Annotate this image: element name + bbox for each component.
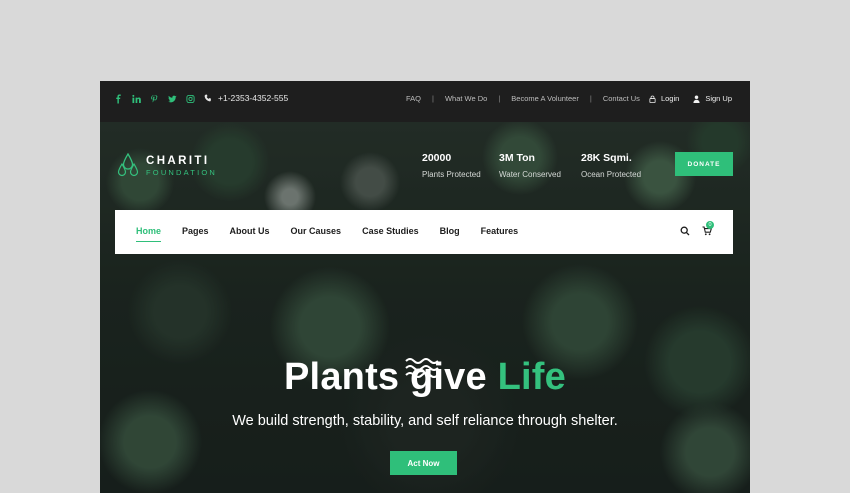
nav-item-case-studies[interactable]: Case Studies [362, 226, 419, 236]
top-bar: +1-2353-4352-555 FAQ | What We Do | Beco… [100, 81, 750, 122]
lock-icon [649, 95, 656, 103]
stat-value: 20000 [422, 152, 452, 164]
donate-button[interactable]: DONATE [675, 152, 733, 176]
logo-name: CHARITI [146, 155, 210, 167]
top-links: FAQ | What We Do | Become A Volunteer | … [406, 94, 640, 103]
stat-label: Ocean Protected [581, 170, 642, 179]
act-now-button[interactable]: Act Now [390, 451, 457, 475]
login-label: Login [660, 94, 680, 103]
headline-accent: Life [497, 356, 566, 398]
stat-label: Plants Protected [422, 170, 481, 179]
nav-item-features[interactable]: Features [481, 226, 519, 236]
logo-subtitle: FOUNDATION [146, 168, 218, 177]
signup-link[interactable]: Sign Up [693, 94, 732, 103]
phone-number: +1-2353-4352-555 [218, 93, 289, 103]
search-icon[interactable] [680, 226, 690, 236]
hero-tagline: We build strength, stability, and self r… [232, 413, 618, 429]
website-frame: +1-2353-4352-555 FAQ | What We Do | Beco… [100, 81, 750, 493]
phone-contact[interactable]: +1-2353-4352-555 [204, 93, 288, 103]
linkedin-icon[interactable] [132, 94, 141, 104]
link-separator: | [432, 94, 434, 103]
link-what-we-do[interactable]: What We Do [445, 94, 487, 103]
stat-water: 3M Ton Water Conserved [499, 152, 561, 179]
stat-label: Water Conserved [499, 170, 561, 179]
stat-plants: 20000 Plants Protected [422, 152, 481, 179]
social-links [114, 94, 195, 104]
hero-section: CHARITI FOUNDATION 20000 Plants Protecte… [100, 122, 750, 493]
stat-ocean: 28K Sqmi. Ocean Protected [581, 152, 641, 179]
nav-menu: Home Pages About Us Our Causes Case Stud… [136, 226, 539, 242]
pinterest-icon[interactable] [150, 94, 159, 104]
droplets-logo-icon [117, 153, 139, 177]
link-faq[interactable]: FAQ [406, 94, 421, 103]
twitter-icon[interactable] [168, 94, 177, 104]
hero-headline: Plants give Life [100, 356, 750, 399]
link-become-volunteer[interactable]: Become A Volunteer [511, 94, 579, 103]
site-logo[interactable]: CHARITI FOUNDATION [117, 153, 217, 179]
nav-item-pages[interactable]: Pages [182, 226, 209, 236]
cart-count-badge: 0 [706, 221, 714, 229]
link-contact-us[interactable]: Contact Us [603, 94, 640, 103]
headline-main: Plants give [284, 356, 498, 398]
link-separator: | [498, 94, 501, 103]
stat-value: 28K Sqmi. [581, 152, 632, 164]
user-icon [693, 95, 700, 103]
phone-icon [204, 94, 211, 102]
auth-links: Login Sign Up [649, 94, 732, 103]
link-separator: | [589, 94, 592, 103]
instagram-icon[interactable] [186, 94, 195, 104]
nav-item-home[interactable]: Home [136, 226, 162, 242]
nav-item-blog[interactable]: Blog [440, 226, 460, 236]
facebook-icon[interactable] [114, 94, 123, 104]
signup-label: Sign Up [705, 94, 732, 103]
logo-text: CHARITI FOUNDATION [146, 155, 217, 177]
main-nav: Home Pages About Us Our Causes Case Stud… [115, 210, 733, 254]
nav-item-our-causes[interactable]: Our Causes [291, 226, 342, 236]
stat-value: 3M Ton [499, 152, 535, 164]
nav-item-about-us[interactable]: About Us [230, 226, 270, 236]
login-link[interactable]: Login [649, 94, 679, 103]
